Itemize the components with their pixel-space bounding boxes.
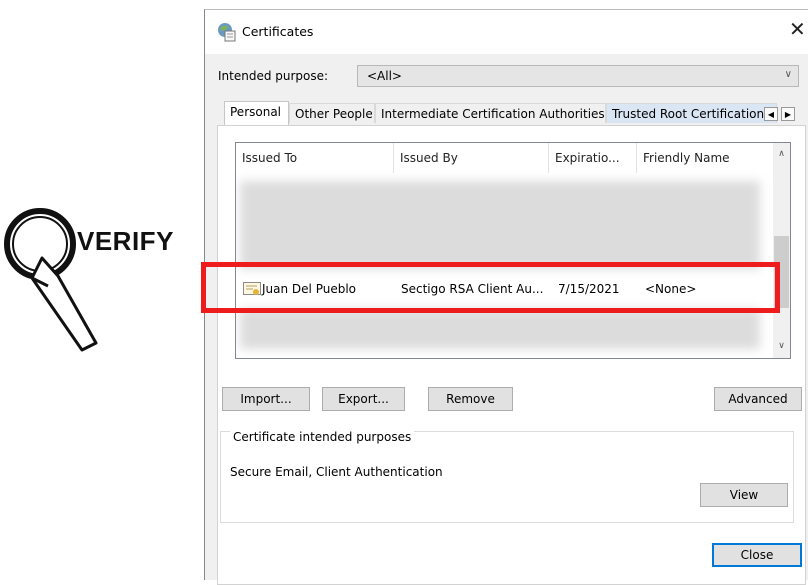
tab-other-people[interactable]: Other People bbox=[289, 103, 375, 123]
column-expiration[interactable]: Expiratio... bbox=[549, 143, 637, 173]
close-button[interactable]: Close bbox=[712, 543, 802, 567]
verify-label: VERIFY bbox=[77, 226, 174, 256]
scroll-up-icon[interactable]: ∧ bbox=[773, 146, 790, 163]
scroll-down-icon[interactable]: ∨ bbox=[773, 338, 790, 355]
intended-purpose-select[interactable]: <All> ∨ bbox=[357, 65, 799, 87]
import-button[interactable]: Import... bbox=[222, 387, 310, 411]
export-button[interactable]: Export... bbox=[322, 387, 405, 411]
chevron-down-icon: ∨ bbox=[784, 69, 792, 80]
tab-intermediate-ca[interactable]: Intermediate Certification Authorities bbox=[375, 103, 606, 123]
personal-tab-panel: Issued To Issued By Expiratio... Friendl… bbox=[217, 125, 806, 585]
view-button[interactable]: View bbox=[700, 483, 788, 507]
close-icon[interactable]: ✕ bbox=[789, 19, 806, 39]
blurred-rows bbox=[240, 309, 760, 349]
vertical-scrollbar[interactable]: ∧ ∨ bbox=[773, 143, 790, 358]
column-friendly-name[interactable]: Friendly Name bbox=[637, 143, 774, 173]
tab-trusted-root[interactable]: Trusted Root Certification bbox=[606, 103, 777, 123]
tab-scroll-left-icon[interactable]: ◀ bbox=[764, 107, 778, 121]
column-issued-by[interactable]: Issued By bbox=[394, 143, 549, 173]
highlight-box bbox=[201, 262, 780, 313]
certificate-list[interactable]: Issued To Issued By Expiratio... Friendl… bbox=[235, 142, 791, 359]
intended-purposes-value: Secure Email, Client Authentication bbox=[230, 465, 443, 479]
remove-button[interactable]: Remove bbox=[428, 387, 513, 411]
tab-personal[interactable]: Personal bbox=[224, 101, 289, 125]
certificate-app-icon bbox=[218, 23, 236, 42]
advanced-button[interactable]: Advanced bbox=[714, 387, 802, 411]
blurred-rows bbox=[240, 181, 760, 269]
tab-scroll-right-icon[interactable]: ▶ bbox=[781, 107, 795, 121]
intended-purpose-label: Intended purpose: bbox=[218, 69, 329, 83]
title-bar: Certificates ✕ bbox=[205, 10, 808, 54]
window-title: Certificates bbox=[242, 24, 314, 39]
column-issued-to[interactable]: Issued To bbox=[236, 143, 394, 173]
magnifier-icon bbox=[4, 208, 98, 352]
intended-purposes-label: Certificate intended purposes bbox=[230, 430, 415, 444]
intended-purpose-value: <All> bbox=[367, 69, 402, 83]
